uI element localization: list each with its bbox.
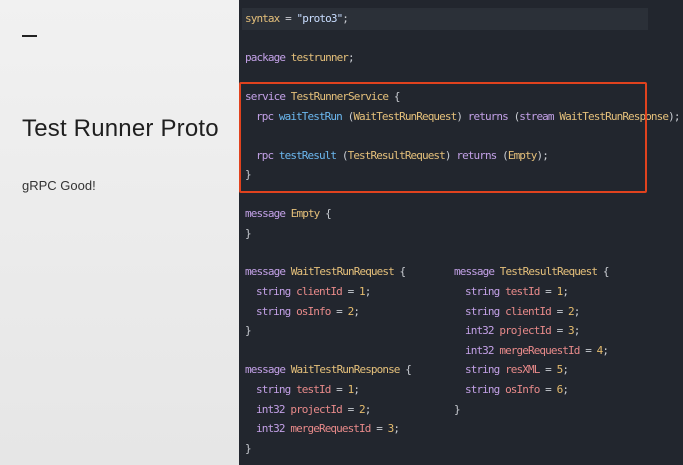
code-line-field: int32 projectId = 2;	[256, 403, 371, 416]
code-line-field: string osInfo = 6;	[465, 383, 569, 396]
slide-subtitle: gRPC Good!	[22, 178, 96, 193]
code-line-field: string clientId = 1;	[256, 285, 371, 298]
code-line-field: string osInfo = 2;	[256, 305, 360, 318]
code-line-message-empty: message Empty {	[245, 207, 332, 220]
slide-left-panel: Test Runner Proto gRPC Good!	[0, 0, 239, 465]
code-line-message-wait-response: message WaitTestRunResponse {	[245, 363, 412, 376]
slide-dash-decoration	[22, 35, 37, 37]
code-line-message-close: }	[454, 403, 461, 416]
code-panel: syntax = "proto3"; package testrunner; s…	[239, 0, 683, 465]
code-line-field: string clientId = 2;	[465, 305, 580, 318]
code-line-message-empty-close: }	[245, 227, 252, 240]
code-line-message-close: }	[245, 324, 252, 337]
service-highlight-box	[239, 82, 647, 193]
code-line-field: int32 mergeRequestId = 3;	[256, 422, 400, 435]
slide-title: Test Runner Proto	[22, 115, 219, 142]
code-line-message-test-result-request: message TestResultRequest {	[454, 265, 609, 278]
code-line-package: package testrunner;	[245, 51, 355, 64]
code-line-field: string resXML = 5;	[465, 363, 569, 376]
code-line-syntax: syntax = "proto3";	[245, 12, 349, 25]
code-line-field: string testId = 1;	[256, 383, 360, 396]
code-line-field: int32 projectId = 3;	[465, 324, 580, 337]
code-line-message-wait-request: message WaitTestRunRequest {	[245, 265, 406, 278]
proto-code: syntax = "proto3"; package testrunner; s…	[239, 0, 683, 465]
code-line-field: int32 mergeRequestId = 4;	[465, 344, 609, 357]
code-line-message-close: }	[245, 442, 252, 455]
code-line-field: string testId = 1;	[465, 285, 569, 298]
